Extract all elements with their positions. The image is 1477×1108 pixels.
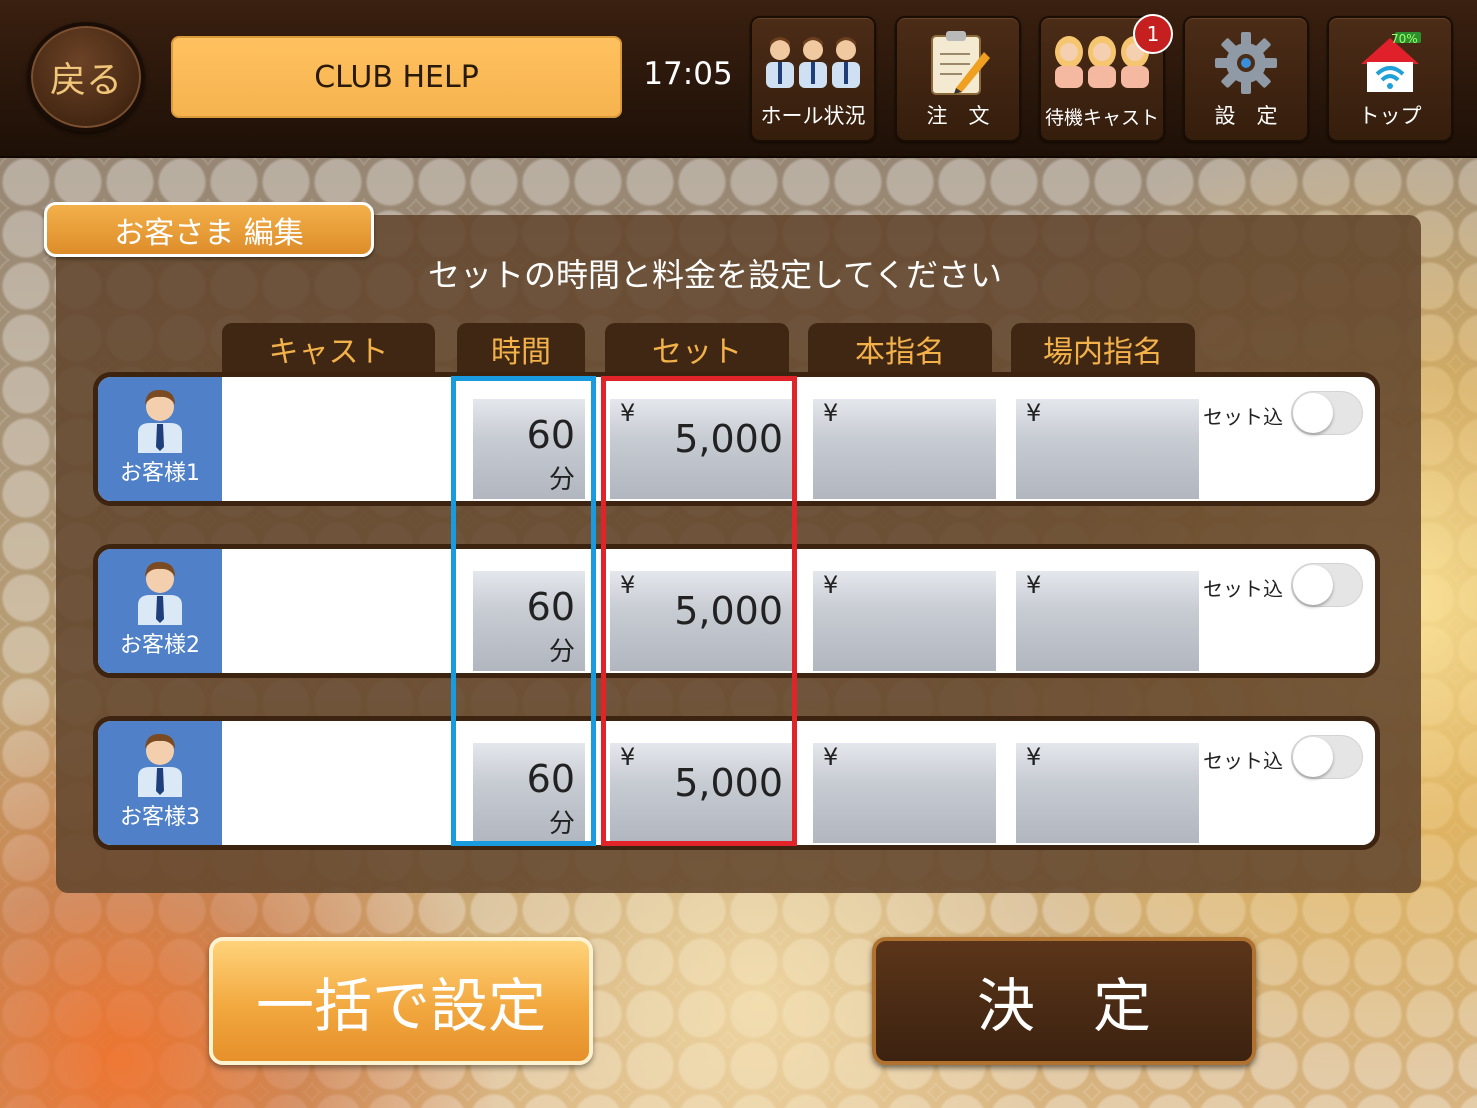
nav-settings-label: 設 定: [1214, 104, 1278, 128]
set-price-field[interactable]: ¥ 5,000: [610, 743, 793, 843]
set-included-label: セット込: [1203, 577, 1283, 601]
nav-hall-status-label: ホール状況: [760, 104, 866, 128]
column-header-cast: キャスト: [222, 323, 435, 375]
battery-indicator: 70%: [1391, 32, 1418, 46]
back-button[interactable]: 戻る: [27, 22, 145, 132]
clipboard-pencil-icon: [926, 30, 990, 102]
customer-avatar-icon: [132, 387, 188, 457]
gear-icon: [1213, 30, 1279, 100]
honshimei-price-field[interactable]: ¥: [813, 743, 996, 843]
nav-hall-status-button[interactable]: ホール状況: [750, 16, 876, 142]
time-unit: 分: [548, 465, 575, 495]
nav-waiting-cast-button[interactable]: 1 待機キャスト: [1039, 14, 1173, 142]
confirm-button[interactable]: 決 定: [872, 937, 1256, 1065]
set-included-toggle[interactable]: [1291, 563, 1363, 607]
jonaishimei-price-field[interactable]: ¥: [1016, 399, 1199, 499]
top-bar: 戻る CLUB HELP 17:05 ホール状況 注 文 1 待機キャスト 設 …: [0, 0, 1477, 158]
jonaishimei-price-field[interactable]: ¥: [1016, 571, 1199, 671]
customer-avatar-cell[interactable]: お客様2: [98, 549, 222, 673]
customer-row: お客様2 60 分 ¥ 5,000 ¥ ¥ セット込: [93, 544, 1380, 678]
column-header-set: セット: [605, 323, 789, 375]
set-price-field[interactable]: ¥ 5,000: [610, 571, 793, 671]
nav-waiting-cast-label: 待機キャスト: [1044, 107, 1159, 129]
customer-avatar-cell[interactable]: お客様1: [98, 377, 222, 501]
clock: 17:05: [643, 56, 733, 92]
yen-symbol: ¥: [1026, 399, 1042, 427]
nav-settings-button[interactable]: 設 定: [1183, 16, 1309, 142]
cast-field[interactable]: [227, 377, 453, 501]
toggle-knob: [1293, 565, 1333, 605]
set-price-value: 5,000: [674, 761, 783, 805]
time-value: 60: [526, 413, 575, 457]
nav-top-button[interactable]: 70% トップ: [1327, 16, 1453, 142]
set-price-value: 5,000: [674, 417, 783, 461]
time-value: 60: [526, 757, 575, 801]
time-field[interactable]: 60 分: [473, 399, 585, 499]
set-included-label: セット込: [1203, 405, 1283, 429]
customer-name: お客様3: [120, 805, 200, 830]
nav-top-label: トップ: [1358, 104, 1422, 128]
nav-order-label: 注 文: [926, 104, 990, 128]
time-field[interactable]: 60 分: [473, 571, 585, 671]
people-group-icon: [758, 32, 868, 96]
panel-title-tab: お客さま 編集: [44, 202, 374, 257]
customer-avatar-cell[interactable]: お客様3: [98, 721, 222, 845]
toggle-knob: [1293, 737, 1333, 777]
yen-symbol: ¥: [620, 743, 636, 771]
yen-symbol: ¥: [823, 743, 839, 771]
jonaishimei-price-field[interactable]: ¥: [1016, 743, 1199, 843]
club-name-banner: CLUB HELP: [171, 36, 622, 118]
time-unit: 分: [548, 637, 575, 667]
cast-field[interactable]: [227, 549, 453, 673]
honshimei-price-field[interactable]: ¥: [813, 571, 996, 671]
set-price-field[interactable]: ¥ 5,000: [610, 399, 793, 499]
cast-field[interactable]: [227, 721, 453, 845]
panel-instruction: セットの時間と料金を設定してください: [427, 256, 1003, 294]
yen-symbol: ¥: [620, 571, 636, 599]
set-included-toggle[interactable]: [1291, 735, 1363, 779]
set-included-toggle[interactable]: [1291, 391, 1363, 435]
honshimei-price-field[interactable]: ¥: [813, 399, 996, 499]
customer-avatar-icon: [132, 731, 188, 801]
set-price-value: 5,000: [674, 589, 783, 633]
column-header-time: 時間: [457, 323, 585, 375]
set-included-label: セット込: [1203, 749, 1283, 773]
column-header-jonaishimei: 場内指名: [1011, 323, 1195, 375]
time-value: 60: [526, 585, 575, 629]
nav-order-button[interactable]: 注 文: [895, 16, 1021, 142]
yen-symbol: ¥: [1026, 571, 1042, 599]
time-unit: 分: [548, 809, 575, 839]
customer-avatar-icon: [132, 559, 188, 629]
toggle-knob: [1293, 393, 1333, 433]
column-header-honshimei: 本指名: [808, 323, 992, 375]
yen-symbol: ¥: [823, 571, 839, 599]
notification-badge: 1: [1133, 14, 1173, 54]
yen-symbol: ¥: [823, 399, 839, 427]
customer-row: お客様3 60 分 ¥ 5,000 ¥ ¥ セット込: [93, 716, 1380, 850]
yen-symbol: ¥: [620, 399, 636, 427]
bulk-set-button[interactable]: 一括で設定: [209, 937, 593, 1065]
yen-symbol: ¥: [1026, 743, 1042, 771]
customer-row: お客様1 60 分 ¥ 5,000 ¥ ¥ セット込: [93, 372, 1380, 506]
customer-name: お客様2: [120, 633, 200, 658]
time-field[interactable]: 60 分: [473, 743, 585, 843]
customer-name: お客様1: [120, 461, 200, 486]
